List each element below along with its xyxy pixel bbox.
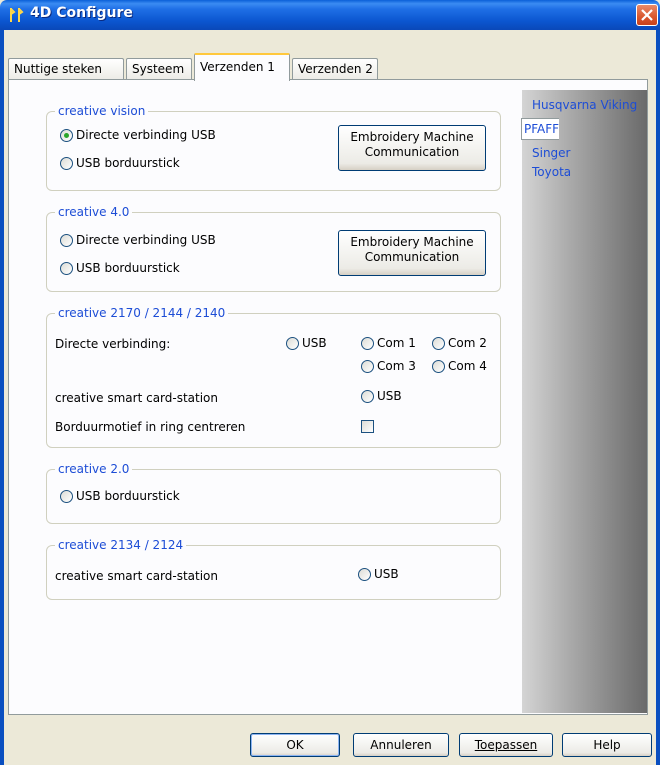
radio-c2134-smartcard-usb[interactable]: USB (358, 567, 399, 581)
radio-label: USB (374, 567, 399, 581)
window-frame-right (656, 30, 660, 765)
tab-verzenden-2[interactable]: Verzenden 2 (292, 58, 378, 80)
button-line-1: Embroidery Machine (350, 130, 474, 144)
radio-icon (286, 336, 299, 350)
brand-list: Husqvarna Viking PFAFF Singer Toyota (521, 90, 647, 713)
smart-card-station-label: creative smart card-station (55, 569, 219, 583)
radio-c40-direct-usb[interactable]: Directe verbinding USB (60, 233, 216, 247)
radio-com1[interactable]: Com 1 (361, 336, 416, 350)
help-button[interactable]: Help (562, 733, 652, 757)
brand-item-singer[interactable]: Singer (532, 146, 571, 160)
tab-verzenden-1[interactable]: Verzenden 1 (194, 53, 290, 81)
direct-connection-label: Directe verbinding: (55, 337, 171, 351)
radio-label: USB borduurstick (76, 261, 180, 275)
group-label: creative 4.0 (55, 205, 133, 219)
radio-label: Com 4 (448, 359, 487, 373)
radio-c2170-smartcard-usb[interactable]: USB (361, 389, 402, 403)
brand-item-husqvarna-viking[interactable]: Husqvarna Viking (532, 98, 637, 112)
title-bar[interactable]: 4D Configure (0, 0, 660, 30)
button-line-2: Communication (364, 250, 460, 264)
radio-label: USB (302, 336, 327, 350)
radio-icon (60, 489, 73, 503)
brand-item-toyota[interactable]: Toyota (532, 165, 571, 179)
tab-nuttige-steken[interactable]: Nuttige steken (8, 58, 124, 80)
radio-icon (432, 336, 445, 350)
button-line-2: Communication (364, 145, 460, 159)
close-icon (641, 9, 653, 21)
apply-label: Toepassen (474, 738, 538, 752)
apply-button[interactable]: Toepassen (459, 733, 553, 757)
radio-c20-usb-stick[interactable]: USB borduurstick (60, 489, 180, 503)
group-creative-2134: creative 2134 / 2124 creative smart card… (46, 538, 501, 600)
radio-label: USB borduurstick (76, 489, 180, 503)
radio-icon (432, 359, 445, 373)
radio-com2[interactable]: Com 2 (432, 336, 487, 350)
group-label: creative vision (55, 104, 149, 118)
button-line-1: Embroidery Machine (350, 235, 474, 249)
radio-icon (60, 156, 73, 170)
smart-card-station-label: creative smart card-station (55, 391, 219, 405)
app-icon (8, 7, 24, 23)
radio-c40-usb-stick[interactable]: USB borduurstick (60, 261, 180, 275)
radio-icon (358, 567, 371, 581)
radio-com4[interactable]: Com 4 (432, 359, 487, 373)
radio-label: Com 2 (448, 336, 487, 350)
center-in-hoop-checkbox[interactable] (361, 420, 374, 433)
radio-label: USB (377, 389, 402, 403)
group-creative-4-0: creative 4.0 Directe verbinding USB USB … (46, 205, 501, 292)
radio-label: Directe verbinding USB (76, 128, 216, 142)
radio-label: USB borduurstick (76, 156, 180, 170)
embroidery-machine-communication-button[interactable]: Embroidery Machine Communication (338, 125, 486, 171)
group-creative-2170: creative 2170 / 2144 / 2140 Directe verb… (46, 306, 501, 448)
tab-systeem[interactable]: Systeem (126, 58, 192, 80)
radio-icon (60, 233, 73, 247)
ok-button[interactable]: OK (250, 733, 340, 757)
group-label: creative 2134 / 2124 (55, 538, 187, 552)
radio-label: Com 1 (377, 336, 416, 350)
close-button[interactable] (636, 4, 658, 26)
window-frame-left (0, 30, 4, 765)
radio-icon (60, 261, 73, 275)
brand-item-pfaff[interactable]: PFAFF (521, 118, 559, 140)
radio-icon (361, 336, 374, 350)
group-label: creative 2170 / 2144 / 2140 (55, 306, 229, 320)
center-in-hoop-label: Borduurmotief in ring centreren (55, 420, 246, 434)
radio-icon (361, 389, 374, 403)
radio-selected-icon (60, 128, 73, 142)
radio-label: Com 3 (377, 359, 416, 373)
tab-panel: creative vision Directe verbinding USB U… (8, 79, 648, 715)
radio-c2170-usb[interactable]: USB (286, 336, 327, 350)
radio-icon (361, 359, 374, 373)
group-label: creative 2.0 (55, 462, 133, 476)
group-creative-vision: creative vision Directe verbinding USB U… (46, 104, 501, 191)
radio-vision-direct-usb[interactable]: Directe verbinding USB (60, 128, 216, 142)
group-creative-2-0: creative 2.0 USB borduurstick (46, 462, 501, 524)
window-title: 4D Configure (30, 5, 133, 21)
radio-vision-usb-stick[interactable]: USB borduurstick (60, 156, 180, 170)
embroidery-machine-communication-button[interactable]: Embroidery Machine Communication (338, 230, 486, 276)
radio-label: Directe verbinding USB (76, 233, 216, 247)
radio-com3[interactable]: Com 3 (361, 359, 416, 373)
cancel-button[interactable]: Annuleren (353, 733, 449, 757)
